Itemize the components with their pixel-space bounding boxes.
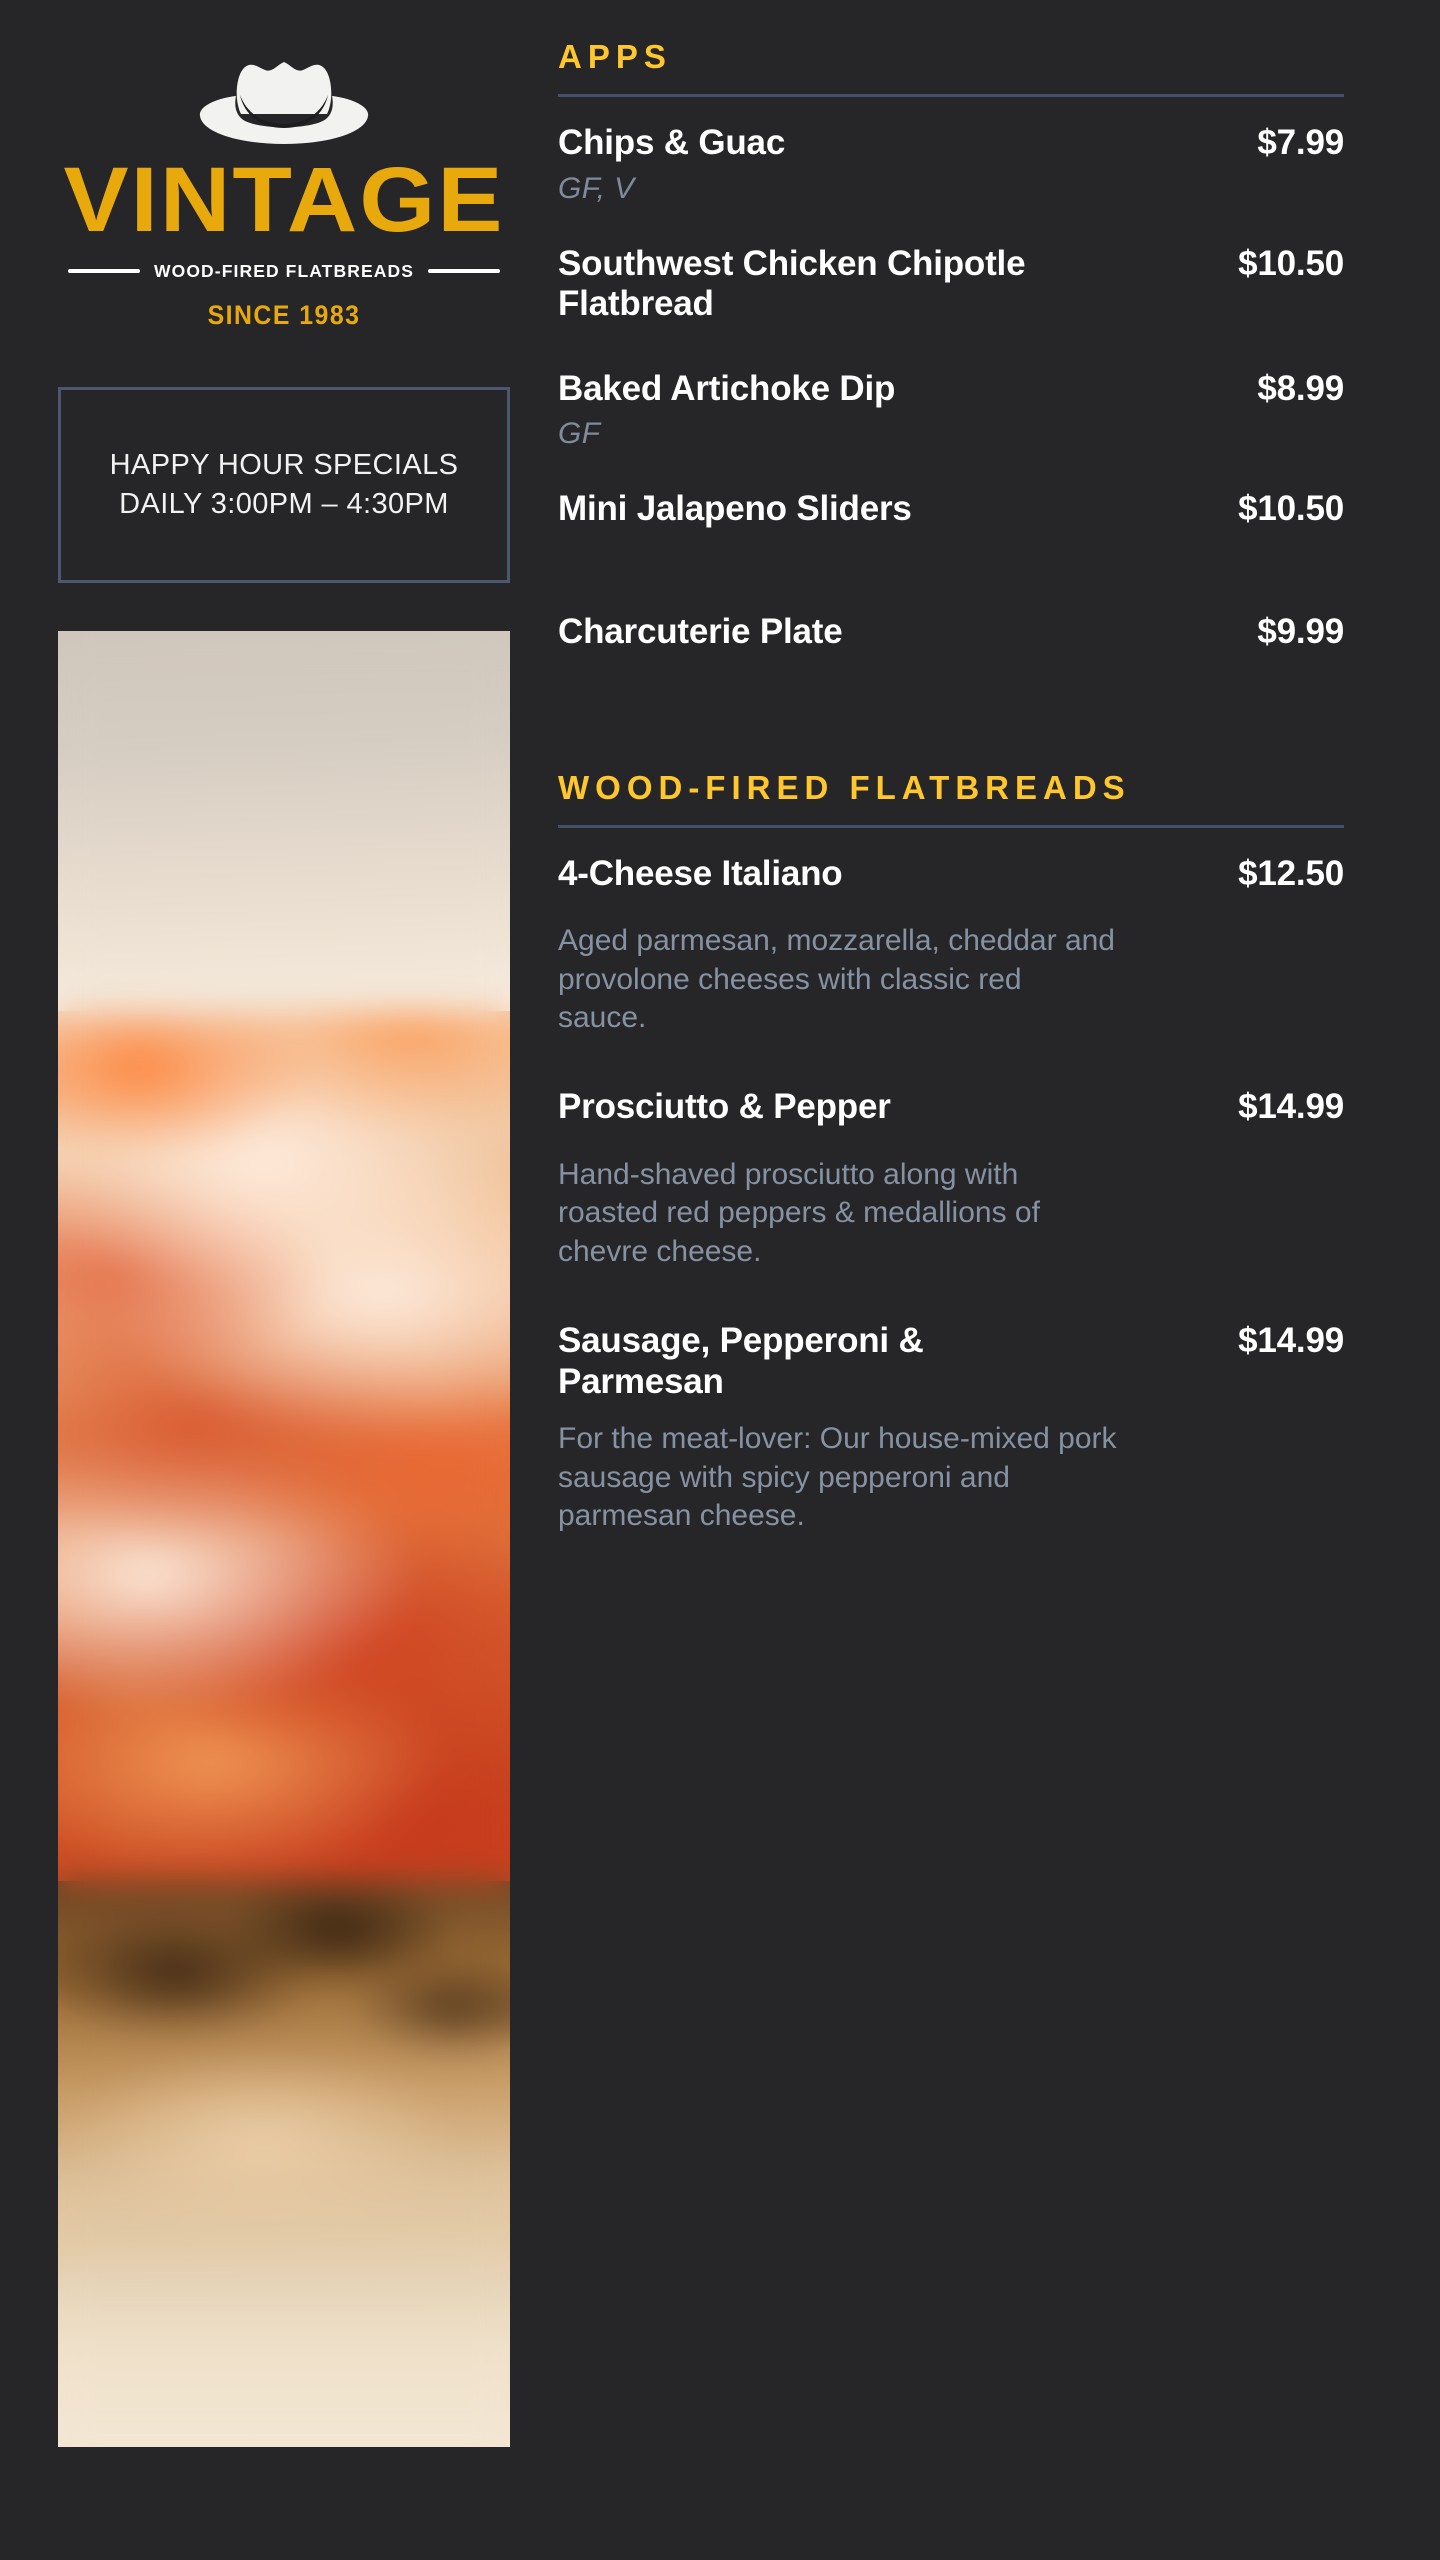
happy-hour-times: DAILY 3:00PM – 4:30PM [119, 488, 449, 521]
item-price: $9.99 [1257, 612, 1344, 652]
menu-item[interactable]: Chips & Guac $7.99 GF, V [558, 123, 1344, 206]
brand-established: SINCE 1983 [76, 300, 492, 331]
item-name: 4-Cheese Italiano [558, 854, 842, 895]
item-dietary-tag: GF, V [558, 172, 1344, 206]
item-price: $12.50 [1238, 854, 1344, 894]
item-price: $10.50 [1238, 244, 1344, 284]
digital-menu-board: VINTAGE WOOD-FIRED FLATBREADS SINCE 1983… [0, 0, 1440, 2560]
item-name: Mini Jalapeno Sliders [558, 489, 912, 530]
item-description: For the meat-lover: Our house-mixed pork… [558, 1420, 1118, 1535]
menu-section-apps: APPS Chips & Guac $7.99 GF, V Southwest … [558, 38, 1344, 653]
item-name: Chips & Guac [558, 123, 785, 164]
happy-hour-title: HAPPY HOUR SPECIALS [110, 449, 459, 482]
item-price: $14.99 [1238, 1087, 1344, 1127]
tagline-rule-right [428, 269, 500, 273]
brand-logo: VINTAGE WOOD-FIRED FLATBREADS SINCE 1983 [58, 0, 510, 331]
menu-item[interactable]: Mini Jalapeno Sliders $10.50 [558, 489, 1344, 530]
section-title-flatbreads: WOOD-FIRED FLATBREADS [558, 769, 1344, 825]
happy-hour-promo-box: HAPPY HOUR SPECIALS DAILY 3:00PM – 4:30P… [58, 387, 510, 583]
menu-section-flatbreads: WOOD-FIRED FLATBREADS 4-Cheese Italiano … [558, 769, 1344, 1536]
menu-item[interactable]: Sausage, Pepperoni & Parmesan $14.99 For… [558, 1321, 1344, 1535]
item-name: Sausage, Pepperoni & Parmesan [558, 1321, 1098, 1402]
brand-tagline-row: WOOD-FIRED FLATBREADS [58, 261, 510, 282]
item-name: Prosciutto & Pepper [558, 1087, 891, 1128]
menu-item[interactable]: Baked Artichoke Dip $8.99 GF [558, 369, 1344, 452]
menu-item[interactable]: 4-Cheese Italiano $12.50 Aged parmesan, … [558, 854, 1344, 1038]
item-name: Charcuterie Plate [558, 612, 843, 653]
menu-item[interactable]: Southwest Chicken Chipotle Flatbread $10… [558, 244, 1344, 325]
menu-item[interactable]: Charcuterie Plate $9.99 [558, 612, 1344, 653]
brand-column: VINTAGE WOOD-FIRED FLATBREADS SINCE 1983… [0, 0, 520, 2560]
menu-column: APPS Chips & Guac $7.99 GF, V Southwest … [520, 0, 1440, 2560]
item-name: Southwest Chicken Chipotle Flatbread [558, 244, 1098, 325]
item-dietary-tag: GF [558, 417, 1344, 451]
item-name: Baked Artichoke Dip [558, 369, 895, 410]
item-description: Hand-shaved prosciutto along with roaste… [558, 1156, 1118, 1271]
item-price: $14.99 [1238, 1321, 1344, 1361]
section-divider-flatbreads [558, 825, 1344, 828]
brand-tagline: WOOD-FIRED FLATBREADS [154, 261, 414, 282]
item-price: $7.99 [1257, 123, 1344, 163]
tagline-rule-left [68, 269, 140, 273]
cowboy-hat-icon [58, 34, 510, 152]
flatbread-photo [58, 631, 510, 2447]
menu-item[interactable]: Prosciutto & Pepper $14.99 Hand-shaved p… [558, 1087, 1344, 1271]
item-price: $8.99 [1257, 369, 1344, 409]
section-title-apps: APPS [558, 38, 1344, 94]
section-divider-apps [558, 94, 1344, 97]
photo-blur-overlay [58, 631, 510, 2447]
item-price: $10.50 [1238, 489, 1344, 529]
item-description: Aged parmesan, mozzarella, cheddar and p… [558, 922, 1118, 1037]
brand-name: VINTAGE [44, 158, 523, 243]
